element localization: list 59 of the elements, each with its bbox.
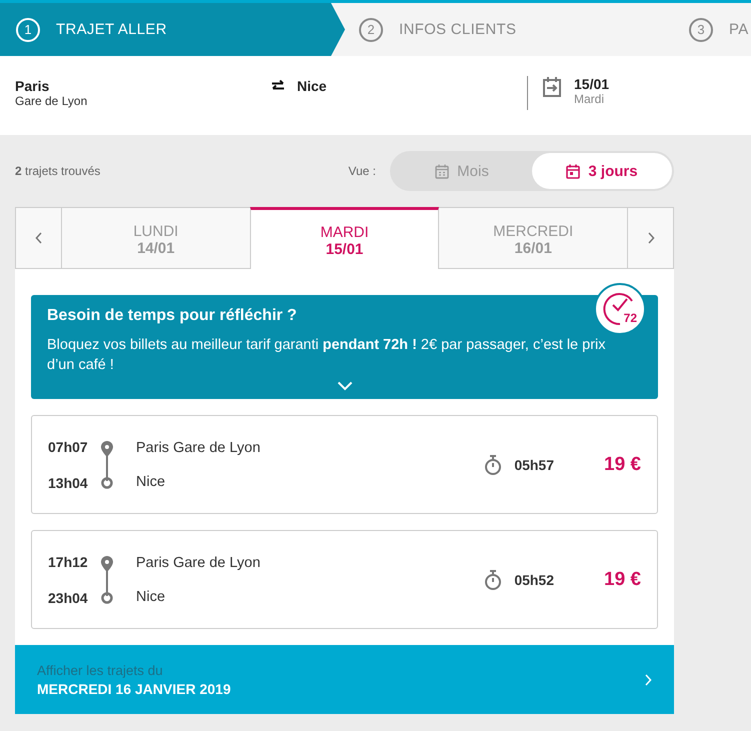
step-label: INFOS CLIENTS [399, 21, 516, 38]
travel-weekday: Mardi [574, 92, 606, 106]
arrival-time: 23h04 [48, 590, 89, 606]
chevron-right-icon [644, 674, 652, 686]
departure-time: 07h07 [48, 438, 89, 454]
trip-duration: 05h52 [514, 572, 554, 588]
badge-number: 72 [624, 311, 637, 325]
next-day-label: Afficher les trajets du [37, 662, 164, 678]
destination-station: Nice [136, 588, 166, 604]
step-number: 2 [359, 18, 383, 42]
trip-card[interactable]: 17h12 23h04 Paris Gare de Lyon Nice 05h52 19 € [31, 530, 658, 629]
view-option[interactable]: Mois [392, 153, 532, 189]
route-drawing [100, 556, 114, 604]
origin-city: Paris [15, 78, 50, 94]
view-option[interactable]: 3 jours [532, 153, 672, 189]
day-date: 14/01 [137, 240, 175, 256]
step-label: PA [729, 21, 748, 38]
trip-duration: 05h57 [514, 456, 554, 472]
step-label: TRAJET ALLER [56, 21, 167, 38]
results-count: 2 trajets trouvés [15, 164, 102, 178]
next-day-trips-button[interactable]: Afficher les trajets du MERCREDI 16 JANVIER 2019 [15, 645, 674, 714]
swap-icon[interactable] [271, 80, 285, 92]
step-tab[interactable]: 2 INFOS CLIENTS [345, 3, 675, 56]
step-number: 3 [689, 18, 713, 42]
day-tab[interactable]: LUNDI 14/01 [62, 207, 250, 269]
chevron-left-icon [34, 232, 42, 244]
travel-date: 15/01 [574, 76, 610, 92]
calendar-icon [566, 164, 580, 178]
view-label: Vue : [348, 164, 376, 178]
departure-time: 17h12 [48, 554, 89, 570]
promo-text: Bloquez vos billets au meilleur tarif garanti pendant 72h ! 2€ par passager, c’est le prix d’un café ! [47, 336, 607, 375]
day-name: LUNDI [133, 222, 178, 240]
stopwatch-icon [484, 570, 502, 590]
step-number: 1 [16, 18, 40, 42]
trip-price: 19 € [604, 568, 641, 590]
day-tab[interactable]: MARDI 15/01 [250, 207, 440, 269]
day-name: MERCREDI [493, 222, 574, 240]
month-calendar-icon [435, 164, 450, 178]
step-tab[interactable]: 1 TRAJET ALLER [0, 3, 345, 56]
origin-station: Paris Gare de Lyon [136, 440, 262, 456]
day-name: MARDI [320, 224, 369, 241]
origin-station: Paris Gare de Lyon [136, 554, 262, 570]
next-day-date: MERCREDI 16 JANVIER 2019 [37, 680, 232, 696]
stopwatch-icon [484, 454, 502, 474]
promo-title: Besoin de temps pour réfléchir ? [47, 307, 297, 325]
trip-price: 19 € [604, 454, 641, 476]
route-drawing [100, 440, 114, 488]
day-date: 16/01 [514, 240, 552, 256]
arrival-time: 13h04 [48, 474, 89, 490]
chevron-down-icon[interactable] [336, 381, 352, 391]
day-tab[interactable]: MERCREDI 16/01 [439, 207, 628, 269]
destination-city: Nice [297, 78, 327, 94]
calendar-arrow-icon [542, 76, 562, 97]
trip-card[interactable]: 07h07 13h04 Paris Gare de Lyon Nice 05h57 19 € [31, 415, 658, 514]
origin-station: Gare de Lyon [15, 94, 88, 108]
day-date: 15/01 [326, 241, 364, 258]
step-tab[interactable]: 3 PA [675, 3, 751, 56]
destination-station: Nice [136, 474, 166, 490]
chevron-right-icon [646, 232, 655, 244]
